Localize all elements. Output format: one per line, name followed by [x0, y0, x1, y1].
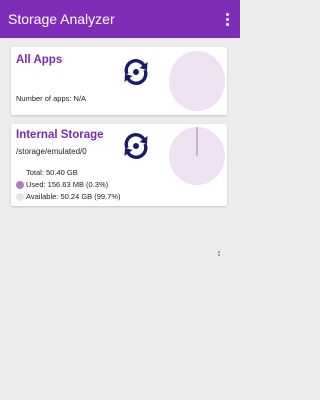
sync-icon[interactable]: [121, 131, 151, 161]
all-apps-pie-chart: [169, 51, 225, 111]
internal-storage-card[interactable]: Internal Storage /storage/emulated/0 Tot…: [11, 124, 227, 206]
legend-available: Available: 50.24 GB (99.7%): [16, 192, 121, 202]
number-of-apps-text: Number of apps: N/A: [16, 94, 87, 103]
internal-storage-pie-chart: [169, 127, 225, 185]
more-vert-icon[interactable]: [220, 9, 234, 29]
small-dots-icon: [216, 251, 222, 259]
app-title: Storage Analyzer: [8, 11, 115, 27]
all-apps-title: All Apps: [16, 54, 63, 66]
available-text: Available: 50.24 GB (99.7%): [26, 192, 121, 201]
available-legend-dot: [16, 193, 24, 202]
legend-used: Used: 156.63 MB (0.3%): [16, 180, 109, 190]
app-bar: Storage Analyzer: [0, 0, 240, 38]
sync-icon[interactable]: [121, 57, 151, 87]
used-legend-dot: [16, 181, 24, 190]
internal-storage-title: Internal Storage: [16, 129, 104, 141]
total-text: Total: 50.40 GB: [26, 168, 78, 177]
used-text: Used: 156.63 MB (0.3%): [26, 180, 109, 189]
all-apps-card[interactable]: All Apps Number of apps: N/A: [11, 47, 227, 115]
storage-path: /storage/emulated/0: [16, 147, 87, 156]
